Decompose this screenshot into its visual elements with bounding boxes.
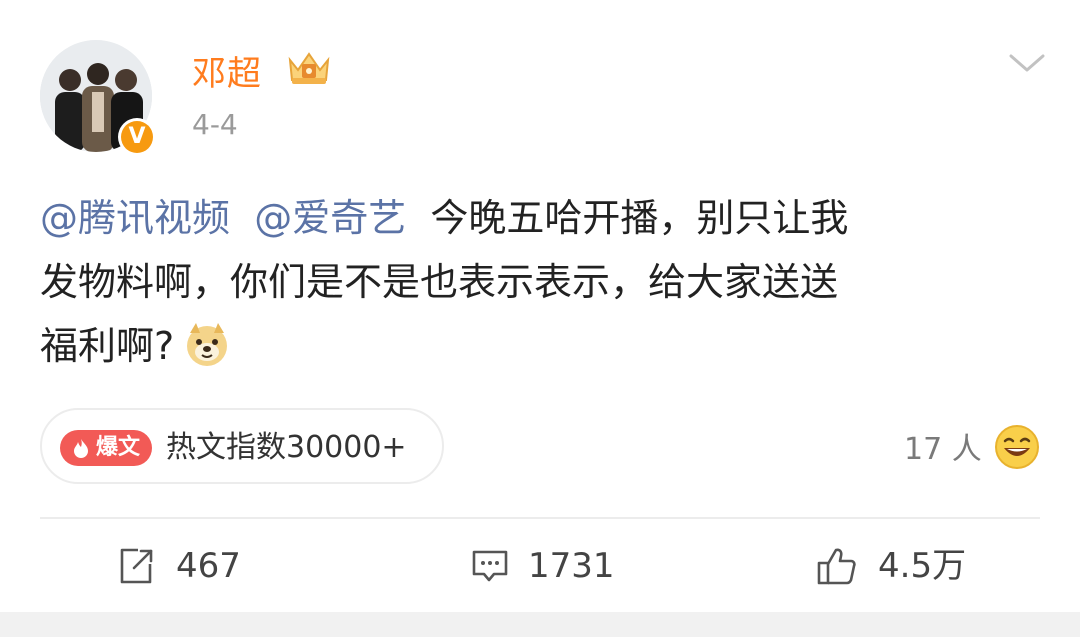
comment-button[interactable]: 1731 xyxy=(470,544,620,588)
repost-icon xyxy=(120,548,153,584)
text-line-3: 福利啊? xyxy=(40,314,1040,378)
post-text: @腾讯视频 @爱奇艺 今晚五哈开播，别只让我 发物料啊，你们是不是也表示表示，给… xyxy=(40,186,1040,378)
vip-crown-icon xyxy=(288,52,330,84)
repost-button[interactable]: 467 xyxy=(116,544,256,588)
verified-badge: V xyxy=(118,118,156,156)
action-bar: 467 1731 4.5万 xyxy=(0,530,1080,602)
laughing-face-icon[interactable] xyxy=(994,424,1040,470)
comment-icon xyxy=(472,550,508,582)
username[interactable]: 邓超 xyxy=(192,46,262,95)
hot-index-pill[interactable]: 爆文 热文指数30000+ xyxy=(40,408,444,484)
text-line-1: @腾讯视频 @爱奇艺 今晚五哈开播，别只让我 xyxy=(40,186,1040,250)
flame-icon xyxy=(74,439,88,458)
repost-count: 467 xyxy=(176,546,241,586)
hot-tag-label: 爆文 xyxy=(96,435,141,460)
hot-tag: 爆文 xyxy=(60,430,152,466)
post-header: V 邓超 4-4 xyxy=(0,0,1080,180)
verified-v-icon: V xyxy=(121,121,153,153)
text-line-2: 发物料啊，你们是不是也表示表示，给大家送送 xyxy=(40,260,839,304)
mention-tencent-video[interactable]: @腾讯视频 xyxy=(40,196,230,240)
comment-count: 1731 xyxy=(528,546,615,586)
like-count: 4.5万 xyxy=(878,546,967,586)
likers-count[interactable]: 17 人 xyxy=(904,424,982,468)
post-date: 4-4 xyxy=(192,108,238,141)
mention-iqiyi[interactable]: @爱奇艺 xyxy=(254,196,406,240)
doge-icon xyxy=(187,323,228,366)
chevron-down-icon[interactable] xyxy=(1008,52,1046,74)
bottom-separator xyxy=(0,612,1080,637)
divider xyxy=(40,517,1040,519)
text-segment-1: 今晚五哈开播，别只让我 xyxy=(430,196,849,240)
text-segment-3: 福利啊? xyxy=(40,324,175,368)
like-button[interactable]: 4.5万 xyxy=(816,544,986,588)
hot-index-label: 热文指数30000+ xyxy=(166,430,407,465)
thumbs-up-icon xyxy=(817,548,856,585)
